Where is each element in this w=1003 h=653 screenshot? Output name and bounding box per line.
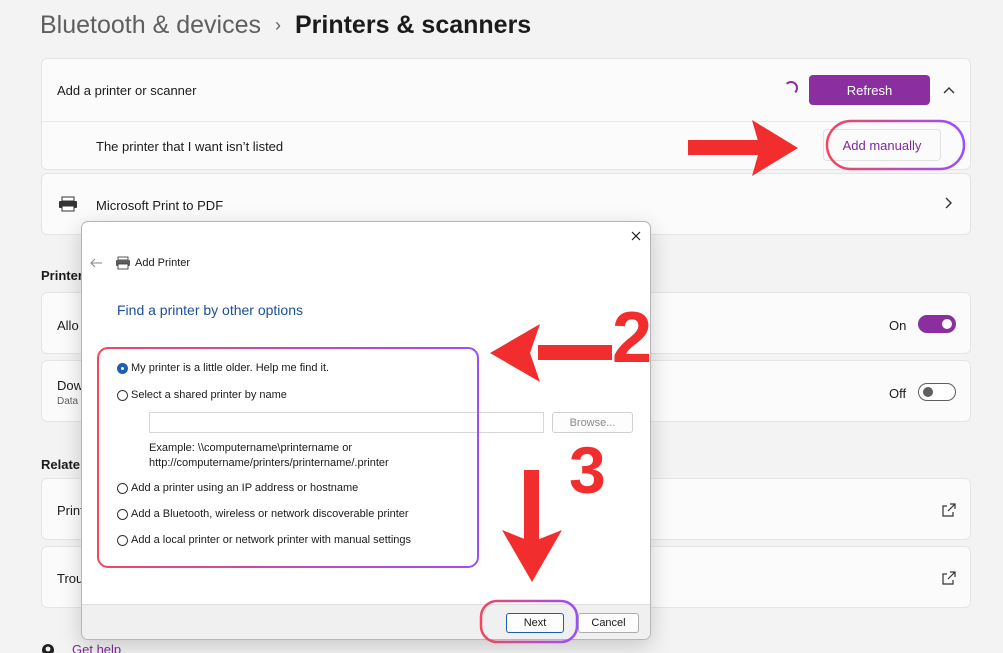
breadcrumb: Bluetooth & devices › Printers & scanner… <box>40 8 531 42</box>
back-arrow-icon[interactable] <box>88 256 104 270</box>
printer-icon <box>115 256 131 270</box>
allow-toggle-state: On <box>889 318 907 333</box>
close-icon[interactable] <box>628 228 644 244</box>
example-text: http://computername/printers/printername… <box>149 457 389 469</box>
download-toggle-switch[interactable] <box>918 383 956 401</box>
help-icon <box>41 643 55 653</box>
dialog-title: Add Printer <box>135 257 191 269</box>
external-link-icon <box>942 503 956 517</box>
annotation-step-3: 3 <box>569 433 606 507</box>
dialog-footer: Next Cancel <box>82 604 650 639</box>
related-item-label: Print <box>57 503 84 518</box>
cancel-button[interactable]: Cancel <box>578 613 639 633</box>
radio-button[interactable] <box>117 362 128 374</box>
radio-button[interactable] <box>117 534 128 546</box>
toggle-knob <box>942 319 952 329</box>
radio-button[interactable] <box>117 508 128 520</box>
allow-toggle-switch[interactable] <box>918 315 956 333</box>
collapse-chevron-icon[interactable] <box>938 80 960 102</box>
printer-icon <box>58 196 78 212</box>
get-help-link[interactable]: Get help <box>72 642 121 653</box>
radio-option-older[interactable]: My printer is a little older. Help me fi… <box>117 362 329 374</box>
add-manually-button[interactable]: Add manually <box>823 129 941 161</box>
radio-option-local[interactable]: Add a local printer or network printer w… <box>117 534 411 546</box>
radio-button[interactable] <box>117 482 128 494</box>
chevron-right-icon <box>940 195 956 211</box>
download-setting-sub: Data <box>57 396 79 407</box>
radio-label: Add a printer using an IP address or hos… <box>131 482 359 494</box>
download-setting-label: Dow <box>57 378 84 393</box>
radio-option-bluetooth[interactable]: Add a Bluetooth, wireless or network dis… <box>117 508 409 520</box>
add-printer-title: Add a printer or scanner <box>57 83 197 98</box>
printer-name: Microsoft Print to PDF <box>96 198 224 213</box>
loading-spinner-icon <box>784 81 798 95</box>
radio-option-shared[interactable]: Select a shared printer by name <box>117 389 287 401</box>
radio-label: My printer is a little older. Help me fi… <box>131 362 330 374</box>
shared-printer-input[interactable] <box>149 412 544 433</box>
breadcrumb-separator: › <box>274 14 281 35</box>
refresh-button[interactable]: Refresh <box>809 75 930 105</box>
related-item-label: Trou <box>57 571 84 586</box>
card-divider <box>42 121 970 122</box>
preferences-heading: Printer <box>41 268 83 283</box>
allow-setting-label: Allo <box>57 318 79 333</box>
add-printer-dialog: Add Printer Find a printer by other opti… <box>81 221 651 640</box>
toggle-knob <box>923 387 933 397</box>
printer-not-listed-label: The printer that I want isn’t listed <box>96 139 284 154</box>
annotation-step-2: 2 <box>612 298 653 378</box>
radio-label: Add a Bluetooth, wireless or network dis… <box>131 508 409 520</box>
download-toggle-state: Off <box>889 386 907 401</box>
example-text: Example: \\computername\printername or <box>149 442 352 454</box>
radio-button[interactable] <box>117 389 128 401</box>
external-link-icon <box>942 571 956 585</box>
related-heading: Relate <box>41 457 81 472</box>
dialog-heading: Find a printer by other options <box>117 302 303 318</box>
next-button[interactable]: Next <box>506 613 564 633</box>
page-title: Printers & scanners <box>294 10 532 39</box>
radio-label: Add a local printer or network printer w… <box>131 534 412 546</box>
radio-label: Select a shared printer by name <box>131 389 287 401</box>
radio-option-ip[interactable]: Add a printer using an IP address or hos… <box>117 482 358 494</box>
browse-button[interactable]: Browse... <box>552 412 633 433</box>
breadcrumb-parent-link[interactable]: Bluetooth & devices <box>40 11 261 40</box>
